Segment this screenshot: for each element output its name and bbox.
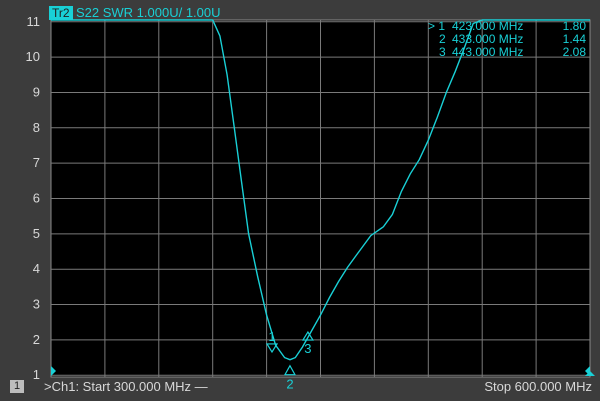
trace-header[interactable]: S22 SWR 1.000U/ 1.00U xyxy=(76,5,221,21)
stimulus-start-label[interactable]: >Ch1: Start 300.000 MHz — xyxy=(44,379,208,395)
y-tick-label: 4 xyxy=(33,261,40,276)
stimulus-stop-label[interactable]: Stop 600.000 MHz xyxy=(484,379,592,395)
y-tick-label: 6 xyxy=(33,191,40,206)
marker-1-label: 1 xyxy=(268,329,275,344)
y-tick-label: 8 xyxy=(33,120,40,135)
trace-id-badge[interactable]: Tr2 xyxy=(49,6,73,20)
marker-frequency: 443.000 MHz xyxy=(452,45,524,59)
swr-chart: 1234567891011 123 xyxy=(26,14,595,392)
y-tick-label: 2 xyxy=(33,332,40,347)
y-tick-labels: 1 2 3 4 5 6 7 8 9 10 11 xyxy=(26,14,40,382)
y-tick-label: 10 xyxy=(26,49,40,64)
marker-table-labels: > 1 2 3 xyxy=(428,20,446,59)
y-tick-label: 9 xyxy=(33,84,40,99)
channel-number-badge[interactable]: 1 xyxy=(10,380,24,393)
y-tick-label: 11 xyxy=(27,14,41,29)
marker-2-label: 2 xyxy=(286,377,293,392)
vna-screen: 1 2 3 4 5 6 7 8 9 10 11 123 Tr2 S22 SWR 1.000U/ 1.… xyxy=(0,0,600,401)
marker-table-values: 1.80 1.44 2.08 xyxy=(548,20,586,59)
marker-row-label: 3 xyxy=(439,45,446,59)
marker-value: 2.08 xyxy=(562,45,586,59)
y-tick-label: 3 xyxy=(33,297,40,312)
marker-3-label: 3 xyxy=(304,341,311,356)
marker-table-freqs: 423.000 MHz 433.000 MHz 443.000 MHz xyxy=(452,20,523,59)
y-tick-label: 7 xyxy=(33,155,40,170)
y-tick-label: 5 xyxy=(33,226,40,241)
y-tick-label: 1 xyxy=(33,367,40,382)
